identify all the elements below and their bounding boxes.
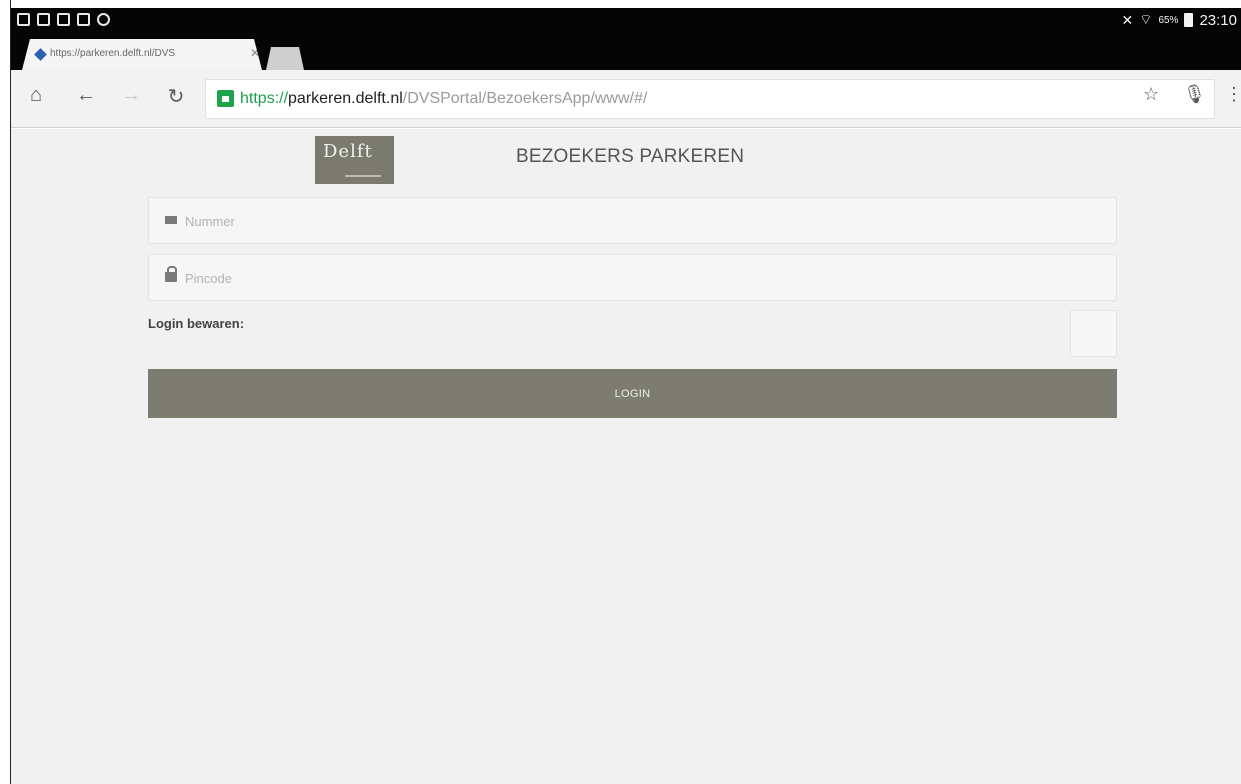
browser-toolbar: ⌂ ← → ↻ https://parkeren.delft.nl/DVSPor… <box>11 70 1241 128</box>
card-icon <box>165 216 177 224</box>
secure-lock-icon <box>217 90 234 107</box>
pincode-field[interactable] <box>148 254 1117 301</box>
microphone-icon[interactable]: 🎙 <box>1183 84 1206 105</box>
logo-strip <box>345 175 381 177</box>
cloud-icon <box>97 13 110 26</box>
url-path: /DVSPortal/BezoekersApp/www/#/ <box>402 90 648 107</box>
bookmark-star-icon[interactable]: ☆ <box>1143 84 1159 105</box>
login-button[interactable]: LOGIN <box>148 369 1117 418</box>
nummer-field[interactable] <box>148 197 1117 244</box>
url-host: parkeren.delft.nl <box>288 90 403 107</box>
remember-login-label: Login bewaren: <box>148 316 245 331</box>
battery-percent: 65% <box>1158 14 1179 26</box>
tab-title: https://parkeren.delft.nl/DVS <box>50 48 176 59</box>
page-content: Delft BEZOEKERS PARKEREN Login bewaren: … <box>11 129 1241 784</box>
pincode-input[interactable] <box>185 265 1085 291</box>
delft-logo: Delft <box>315 136 394 184</box>
menu-icon[interactable]: ⋮ <box>1225 84 1241 105</box>
logo-text: Delft <box>323 141 373 162</box>
calendar-icon <box>77 13 90 26</box>
url-text[interactable]: https://parkeren.delft.nl/DVSPortal/Bezo… <box>240 90 647 108</box>
reload-icon[interactable]: ↻ <box>163 84 189 109</box>
wifi-icon: ⌔ <box>1139 11 1153 27</box>
home-icon[interactable]: ⌂ <box>23 84 49 107</box>
url-scheme: https:// <box>240 90 289 107</box>
remember-login-checkbox[interactable] <box>1070 310 1117 357</box>
new-tab-button[interactable] <box>266 47 304 70</box>
notification-icon <box>57 13 70 26</box>
clock: 23:10 <box>1199 11 1237 29</box>
forward-icon[interactable]: → <box>118 84 144 107</box>
back-icon[interactable]: ← <box>73 84 99 107</box>
browser-tab[interactable]: https://parkeren.delft.nl/DVS ✕ <box>22 39 262 70</box>
browser-window: ✕ ⌔ 65% 23:10 https://parkeren.delft.nl/… <box>0 0 1241 784</box>
battery-icon <box>1184 13 1194 27</box>
lock-icon <box>165 266 177 282</box>
mute-icon: ✕ <box>1121 11 1134 28</box>
favicon-icon <box>34 48 47 61</box>
address-bar[interactable]: https://parkeren.delft.nl/DVSPortal/Bezo… <box>205 79 1215 119</box>
status-bar-right: ✕ ⌔ 65% 23:10 <box>1122 11 1237 29</box>
window-icon <box>17 13 30 26</box>
nummer-input[interactable] <box>185 208 1085 234</box>
page-title: BEZOEKERS PARKEREN <box>516 146 745 167</box>
notification-icon <box>37 13 50 26</box>
